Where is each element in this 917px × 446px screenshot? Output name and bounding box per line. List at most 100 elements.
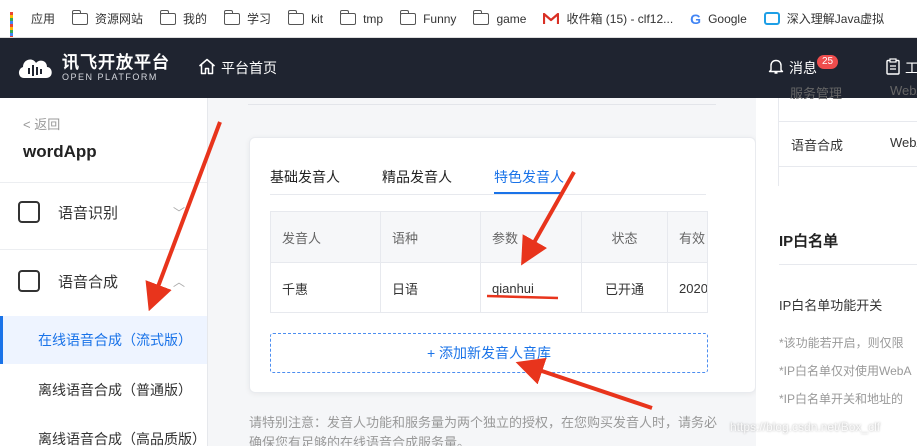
bookmark-folder[interactable]: kit — [287, 9, 324, 26]
nav-workbench-label: 工 — [905, 60, 917, 76]
table-cell: 2020 — [679, 280, 708, 296]
bookmark-label: 应用 — [31, 12, 56, 26]
sidebar-subitem-offline-tts[interactable]: 离线语音合成（普通版） — [0, 366, 207, 414]
bookmark-folder[interactable]: 我的 — [159, 9, 208, 27]
sidebar-subitem-offline-tts-hq[interactable]: 离线语音合成（高品质版） — [0, 415, 207, 446]
cloud-logo-icon — [16, 54, 54, 82]
bookmark-folder[interactable]: Funny — [399, 9, 457, 26]
back-link[interactable]: < 返回 — [23, 114, 60, 133]
bookmark-folder[interactable]: 学习 — [223, 9, 272, 27]
brand-subtitle: OPEN PLATFORM — [62, 71, 158, 82]
ip-whitelist-title: IP白名单 — [779, 233, 839, 250]
folder-icon — [399, 9, 417, 25]
column-header: 状态 — [582, 212, 668, 262]
divider — [0, 249, 207, 250]
speech-recognition-icon — [18, 201, 40, 223]
nav-home-link[interactable]: 平台首页 — [198, 38, 277, 98]
apps-grid-icon — [10, 11, 24, 37]
sidebar-item-label: 语音识别 — [58, 204, 119, 222]
sidebar-subitem-label: 在线语音合成（流式版） — [38, 332, 192, 348]
folder-icon — [223, 9, 241, 25]
bookmark-label: 资源网站 — [95, 12, 144, 26]
folder-icon — [159, 9, 177, 25]
bookmarks-bar: 应用 资源网站 我的 学习 kit tmp Funny game 收件箱 (15… — [0, 0, 917, 38]
bookmark-label: 学习 — [247, 12, 272, 26]
sidebar: < 返回 wordApp 语音识别 ﹀ 语音合成 ︿ 在线语音合成（流式版） 离… — [0, 98, 208, 446]
tab-basic-speakers[interactable]: 基础发音人 — [270, 162, 340, 190]
table-cell-status: 已开通 — [582, 263, 668, 312]
column-header: 参数 — [481, 212, 582, 262]
bookmark-label: Funny — [423, 11, 457, 26]
bookmark-google[interactable]: G Google — [690, 11, 747, 27]
folder-icon — [339, 9, 357, 25]
sidebar-subitem-label: 离线语音合成（普通版） — [38, 382, 192, 398]
chevron-up-icon: ︿ — [173, 274, 186, 289]
bookmark-apps[interactable]: 应用 — [10, 10, 56, 37]
divider — [779, 121, 917, 122]
folder-icon — [71, 9, 89, 25]
brand-text: 讯飞开放平台 OPEN PLATFORM — [62, 52, 170, 83]
tab-featured-speakers[interactable]: 特色发音人 — [494, 162, 564, 194]
speaker-table: 发音人 语种 参数 状态 有效 千惠 日语 qianhui 已开通 2020 — [270, 211, 708, 313]
bookmark-gmail[interactable]: 收件箱 (15) - clf12... — [543, 10, 673, 27]
sidebar-item-speech-recognition[interactable]: 语音识别 ﹀ — [0, 182, 207, 242]
google-icon: G — [690, 10, 702, 27]
speaker-tabs: 基础发音人 精品发音人 特色发音人 — [270, 162, 606, 194]
sidebar-item-label: 语音合成 — [58, 273, 119, 291]
column-header: 发音人 — [271, 212, 381, 262]
tabs-divider — [270, 194, 706, 195]
bookmark-label: kit — [311, 11, 324, 26]
folder-icon — [287, 9, 305, 25]
table-cell: 日语 — [381, 263, 481, 312]
divider — [248, 104, 716, 105]
nav-messages-label: 消息 — [789, 60, 817, 76]
sidebar-subitem-online-tts[interactable]: 在线语音合成（流式版） — [0, 316, 207, 364]
brand-logo[interactable]: 讯飞开放平台 OPEN PLATFORM — [16, 52, 170, 83]
nav-home-label: 平台首页 — [221, 60, 277, 76]
app-name: wordApp — [23, 142, 97, 161]
table-header-row: 发音人 语种 参数 状态 有效 — [271, 212, 707, 262]
service-row-label: 服务管理 — [790, 86, 843, 101]
divider — [779, 166, 917, 167]
bookmark-label: tmp — [363, 11, 384, 26]
bookmark-bilibili[interactable]: 深入理解Java虚拟 — [763, 10, 885, 27]
bookmark-label: game — [496, 11, 527, 26]
bookmark-label: Google — [708, 11, 747, 26]
chevron-down-icon: ﹀ — [173, 205, 186, 220]
service-row-label: 语音合成 — [791, 138, 844, 153]
notice-text: 请特别注意：发音人功能和服务量为两个独立的授权，在您购买发音人时，请务必确保您有… — [249, 415, 718, 446]
ip-whitelist-note: *IP白名单仅对使用WebA — [779, 364, 912, 378]
column-header: 有效 — [679, 230, 706, 246]
divider — [779, 264, 917, 265]
speaker-card: 基础发音人 精品发音人 特色发音人 发音人 语种 参数 状态 有效 千惠 日语 … — [249, 137, 756, 393]
service-row-value: WebAPI — [890, 83, 917, 98]
home-icon — [198, 58, 216, 78]
table-cell: 千惠 — [271, 263, 381, 312]
brand-name: 讯飞开放平台 — [62, 52, 170, 72]
table-cell-param: qianhui — [481, 263, 582, 312]
speech-synthesis-icon — [18, 270, 40, 292]
table-row: 千惠 日语 qianhui 已开通 2020 — [271, 262, 708, 312]
gmail-icon — [543, 12, 560, 25]
ip-whitelist-note: *IP白名单开关和地址的 — [779, 392, 904, 406]
top-navigation: 讯飞开放平台 OPEN PLATFORM 平台首页 消息 25 工 — [0, 38, 917, 98]
tab-premium-speakers[interactable]: 精品发音人 — [382, 162, 452, 190]
sidebar-item-speech-synthesis[interactable]: 语音合成 ︿ — [0, 251, 207, 311]
watermark: https://blog.csdn.net/Box_clf — [730, 420, 881, 434]
bookmark-folder[interactable]: tmp — [339, 9, 384, 26]
bell-icon — [768, 58, 784, 78]
messages-count-badge: 25 — [817, 55, 839, 69]
add-speaker-button[interactable]: + 添加新发音人音库 — [270, 333, 708, 373]
bookmark-folder[interactable]: 资源网站 — [71, 9, 144, 27]
bookmark-label: 我的 — [183, 12, 208, 26]
bookmark-label: 深入理解Java虚拟 — [786, 12, 885, 26]
divider — [778, 98, 779, 186]
bilibili-icon — [763, 12, 780, 25]
clipboard-icon — [886, 58, 900, 78]
bookmark-folder[interactable]: game — [472, 9, 527, 26]
service-row-value: WebAPI — [890, 135, 917, 150]
sidebar-subitem-label: 离线语音合成（高品质版） — [38, 431, 206, 446]
column-header: 语种 — [381, 212, 481, 262]
ip-whitelist-switch-label: IP白名单功能开关 — [779, 298, 883, 313]
ip-whitelist-note: *该功能若开启，则仅限 — [779, 336, 904, 350]
